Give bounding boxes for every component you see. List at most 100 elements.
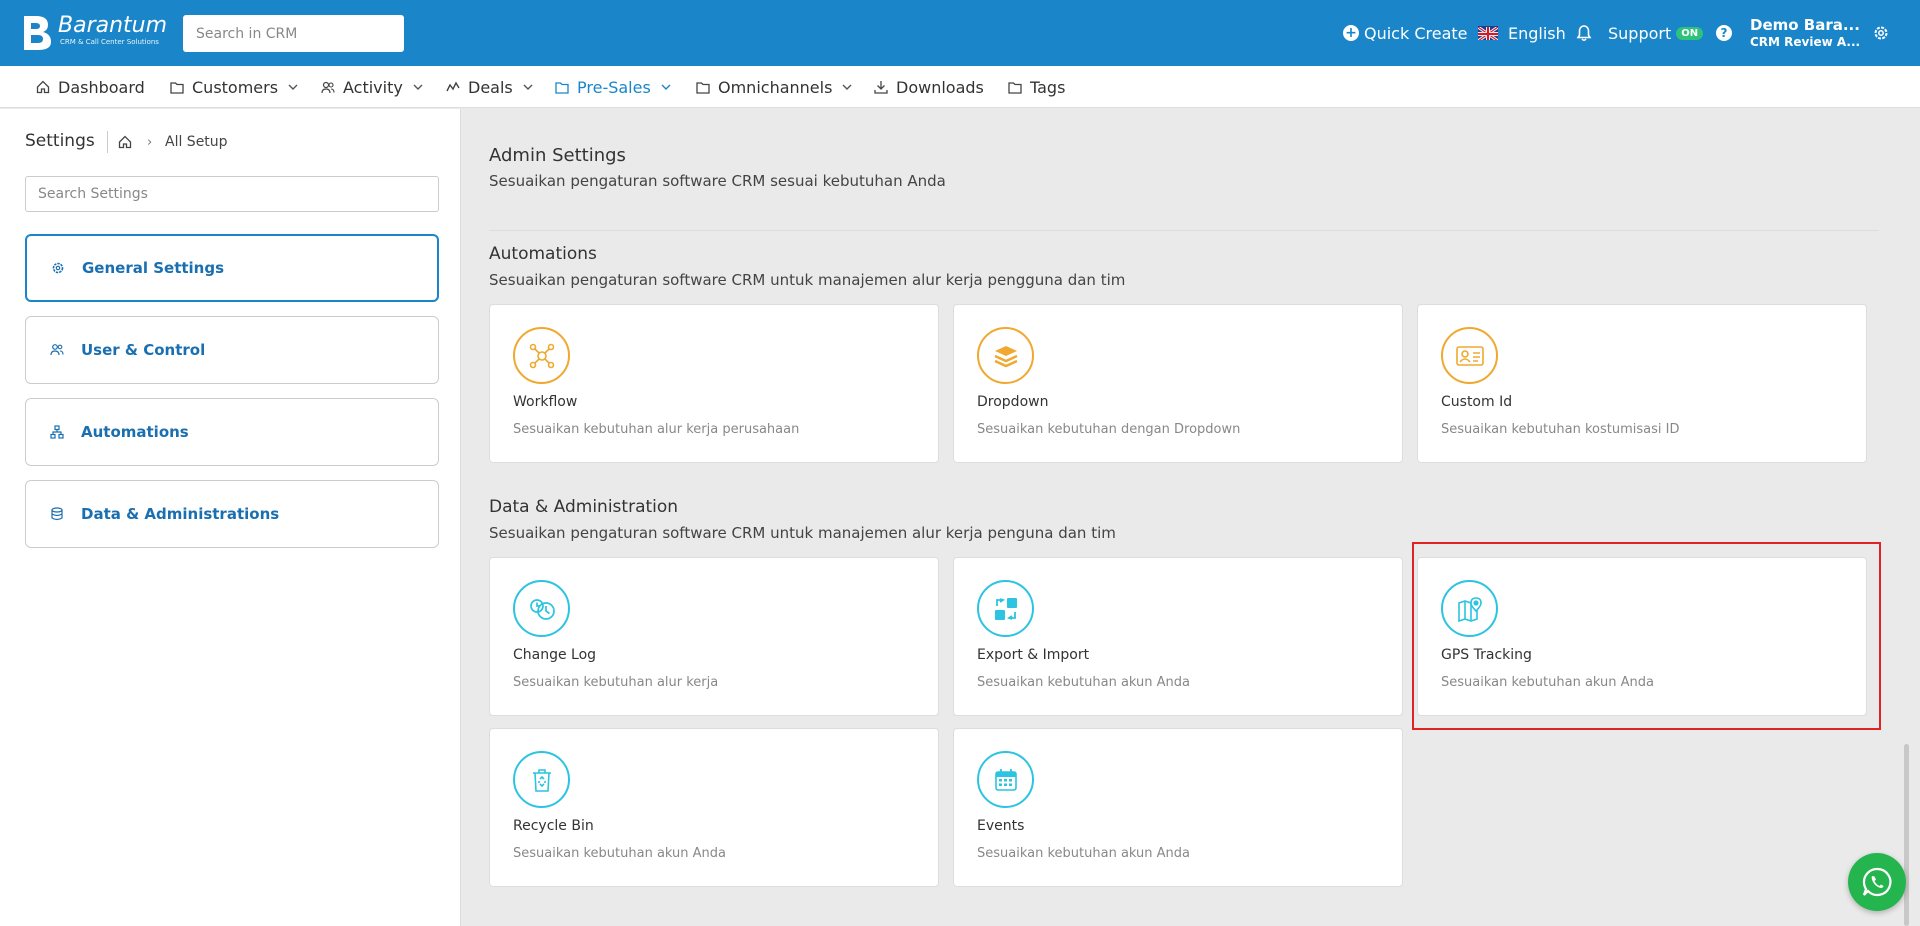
quick-create-button[interactable]: + Quick Create [1343,0,1468,66]
sidebar-item-label: User & Control [81,341,206,359]
page-subtitle: Sesuaikan pengaturan software CRM sesuai… [489,172,946,190]
breadcrumb-divider [107,131,108,153]
card-title: Custom Id [1441,394,1513,410]
recycle-bin-icon [513,751,570,808]
card-title: Dropdown [977,394,1049,410]
chevron-down-icon [842,84,852,90]
support-status-badge: ON [1676,26,1704,40]
nav-tags[interactable]: Tags [1008,66,1065,108]
nav-label: Deals [468,77,513,97]
card-title: Export & Import [977,647,1090,663]
support-toggle[interactable]: Support ON [1608,0,1704,66]
database-icon [50,507,64,521]
nav-downloads[interactable]: Downloads [874,66,984,108]
download-icon [874,80,888,94]
crm-search-input[interactable]: Search in CRM [183,15,404,52]
quick-create-label: Quick Create [1364,23,1468,43]
support-label: Support [1608,23,1672,43]
card-description: Sesuaikan kebutuhan kostumisasi ID [1441,422,1680,437]
notification-bell-icon[interactable] [1576,0,1592,66]
layers-icon [977,327,1034,384]
folder-icon [696,81,710,94]
language-label: English [1508,23,1566,43]
sidebar-item-label: Data & Administrations [81,505,280,523]
section-divider [489,230,1879,231]
brand-logo[interactable]: Barantum CRM & Call Center Solutions [20,14,167,52]
admin-settings-content: Admin Settings Sesuaikan pengaturan soft… [462,109,1920,926]
nav-customers[interactable]: Customers [170,66,298,108]
transfer-icon [977,580,1034,637]
nav-dashboard[interactable]: Dashboard [36,66,145,108]
card-dropdown[interactable]: Dropdown Sesuaikan kebutuhan dengan Drop… [953,304,1403,463]
top-bar: Barantum CRM & Call Center Solutions Sea… [0,0,1920,66]
card-title: Change Log [513,647,597,663]
crm-search-placeholder: Search in CRM [196,25,298,42]
nav-label: Pre-Sales [577,77,651,97]
sidebar-item-general-settings[interactable]: General Settings [25,234,439,302]
nav-label: Downloads [896,77,984,97]
sidebar-item-label: Automations [81,423,189,441]
folder-icon [555,81,569,94]
chevron-down-icon [661,84,671,90]
card-recycle-bin[interactable]: Recycle Bin Sesuaikan kebutuhan akun And… [489,728,939,887]
language-selector[interactable]: English [1478,0,1566,66]
nav-activity[interactable]: Activity [321,66,423,108]
nav-label: Activity [343,77,403,97]
card-events[interactable]: Events Sesuaikan kebutuhan akun Anda [953,728,1403,887]
help-button[interactable]: ? [1716,0,1732,66]
card-description: Sesuaikan kebutuhan akun Anda [513,846,727,861]
user-menu[interactable]: Demo Bara... CRM Review A... [1750,0,1860,66]
sitemap-icon [50,425,64,439]
folder-icon [170,81,184,94]
folder-icon [1008,81,1022,94]
user-role: CRM Review A... [1750,35,1861,49]
calendar-icon [977,751,1034,808]
sidebar-item-user-control[interactable]: User & Control [25,316,439,384]
card-custom-id[interactable]: Custom Id Sesuaikan kebutuhan kostumisas… [1417,304,1867,463]
section-title-data-administration: Data & Administration [489,497,679,517]
users-icon [50,343,64,357]
home-icon [36,80,50,94]
card-title: Workflow [513,394,578,410]
gear-icon [51,261,65,275]
sidebar-title: Settings [25,131,95,151]
uk-flag-icon [1478,26,1498,40]
users-icon [321,81,335,94]
card-export-import[interactable]: Export & Import Sesuaikan kebutuhan akun… [953,557,1403,716]
chevron-down-icon [523,84,533,90]
main-nav: Dashboard Customers Activity Deals Pre-S… [0,66,1920,108]
nav-label: Customers [192,77,279,97]
scrollbar[interactable] [1904,744,1909,926]
card-change-log[interactable]: Change Log Sesuaikan kebutuhan alur kerj… [489,557,939,716]
sidebar-item-label: General Settings [82,259,225,277]
settings-search-placeholder: Search Settings [38,186,148,202]
settings-search-input[interactable]: Search Settings [25,176,439,212]
nav-pre-sales[interactable]: Pre-Sales [555,66,671,108]
chart-icon [446,81,460,93]
settings-sidebar: Settings › All Setup Search Settings Gen… [0,109,461,926]
plus-circle-icon: + [1343,25,1359,41]
whatsapp-chat-button[interactable] [1848,853,1906,911]
sidebar-item-data-administrations[interactable]: Data & Administrations [25,480,439,548]
settings-gear-icon[interactable] [1872,0,1890,66]
id-card-icon [1441,327,1498,384]
nav-label: Tags [1030,77,1066,97]
card-description: Sesuaikan kebutuhan alur kerja perusahaa… [513,422,800,437]
help-icon: ? [1716,25,1732,41]
breadcrumb-home-icon[interactable] [118,134,132,153]
nav-omnichannels[interactable]: Omnichannels [696,66,852,108]
sidebar-item-automations[interactable]: Automations [25,398,439,466]
workflow-icon [513,327,570,384]
section-title-automations: Automations [489,244,597,264]
breadcrumb-chevron-right-icon: › [147,135,153,150]
history-icon [513,580,570,637]
card-workflow[interactable]: Workflow Sesuaikan kebutuhan alur kerja … [489,304,939,463]
card-description: Sesuaikan kebutuhan alur kerja [513,675,719,690]
gps-tracking-highlight-box [1412,542,1881,730]
card-description: Sesuaikan kebutuhan dengan Dropdown [977,422,1241,437]
brand-name: Barantum [58,13,168,38]
whatsapp-icon [1862,867,1892,897]
page-title: Admin Settings [489,145,626,166]
chevron-down-icon [288,84,298,90]
nav-deals[interactable]: Deals [446,66,533,108]
